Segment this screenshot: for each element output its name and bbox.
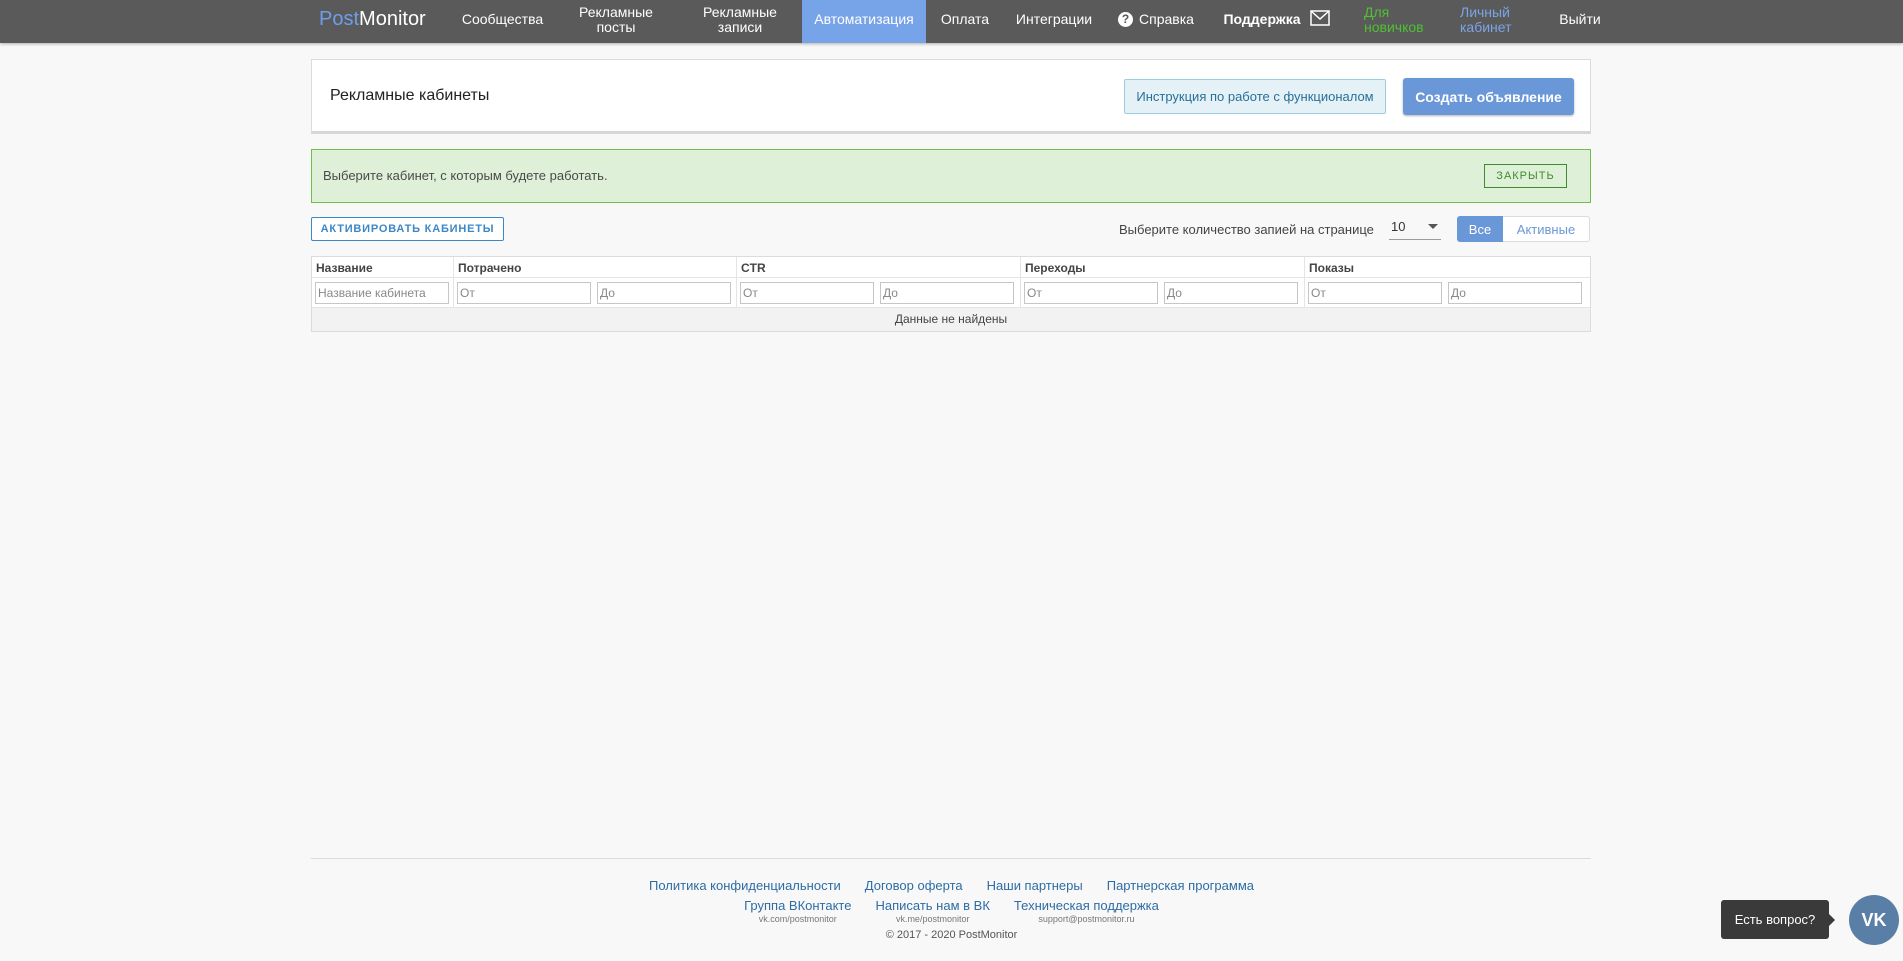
vk-chat-button[interactable]: VK (1849, 895, 1899, 945)
footer-row-2: Группа ВКонтакте vk.com/postmonitor Напи… (0, 897, 1903, 924)
footer-links: Политика конфиденциальности Договор офер… (0, 877, 1903, 924)
header-card: Рекламные кабинеты Инструкция по работе … (311, 59, 1591, 134)
footer-link-sub: support@postmonitor.ru (1038, 914, 1135, 924)
column-header-impressions[interactable]: Показы (1305, 257, 1590, 277)
nav-communities[interactable]: Сообщества (455, 0, 550, 43)
filter-cell-name (312, 278, 454, 307)
logo-part-post: Post (319, 8, 360, 30)
filter-ctr-from-input[interactable] (740, 281, 874, 304)
footer-link-label: Техническая поддержка (1013, 898, 1159, 913)
filter-spent-to-input[interactable] (597, 281, 731, 304)
create-ad-button[interactable]: Создать объявление (1403, 78, 1574, 115)
filter-cell-spent (454, 278, 737, 307)
mail-icon[interactable] (1310, 10, 1330, 26)
instruction-button[interactable]: Инструкция по работе с функционалом (1124, 79, 1386, 114)
vk-icon: VK (1861, 909, 1887, 930)
top-navbar: PostMonitor Сообщества Рекламные посты Р… (0, 0, 1903, 43)
per-page-select[interactable]: 10 (1389, 216, 1441, 240)
footer-divider (311, 858, 1591, 859)
footer-link-label: Группа ВКонтакте (744, 898, 852, 913)
column-header-clicks[interactable]: Переходы (1021, 257, 1305, 277)
table-filters (312, 278, 1590, 308)
per-page-label: Выберите количество запией на странице (1119, 222, 1374, 237)
per-page-value: 10 (1391, 219, 1406, 234)
chevron-down-icon (1428, 224, 1438, 229)
nav-ad-posts[interactable]: Рекламные посты (566, 0, 666, 43)
logo-part-monitor: Monitor (359, 8, 426, 30)
activate-cabinets-button[interactable]: АКТИВИРОВАТЬ КАБИНЕТЫ (311, 217, 504, 241)
footer-link-tech-support[interactable]: Техническая поддержка support@postmonito… (1014, 897, 1159, 924)
chat-question-bubble[interactable]: Есть вопрос? (1721, 900, 1835, 939)
page-title: Рекламные кабинеты (330, 87, 490, 104)
filter-cell-impressions (1305, 278, 1590, 307)
filter-clicks-to-input[interactable] (1164, 281, 1298, 304)
footer-link-label: Написать нам в ВК (875, 898, 990, 913)
footer-link-vk-write[interactable]: Написать нам в ВК vk.me/postmonitor (875, 897, 989, 924)
filter-name-input[interactable] (315, 281, 449, 304)
nav-beginners[interactable]: Для новичков (1364, 0, 1434, 43)
footer-link-sub: vk.com/postmonitor (758, 914, 837, 924)
footer-link-privacy[interactable]: Политика конфиденциальности (649, 877, 841, 895)
column-header-ctr[interactable]: CTR (737, 257, 1021, 277)
cabinets-table: Название Потрачено CTR Переходы Показы Д… (311, 256, 1591, 332)
column-header-name[interactable]: Название (312, 257, 454, 277)
filter-spent-from-input[interactable] (457, 281, 591, 304)
close-alert-button[interactable]: ЗАКРЫТЬ (1484, 164, 1567, 188)
filter-impressions-from-input[interactable] (1308, 281, 1442, 304)
nav-help[interactable]: ? Справка (1116, 0, 1196, 43)
filter-impressions-to-input[interactable] (1448, 281, 1582, 304)
empty-state: Данные не найдены (312, 308, 1590, 331)
nav-personal-account[interactable]: Личный кабинет (1460, 0, 1520, 43)
nav-help-label: Справка (1139, 11, 1194, 27)
filter-all-button[interactable]: Все (1457, 216, 1503, 242)
footer-link-affiliate[interactable]: Партнерская программа (1107, 877, 1254, 895)
footer-link-vk-group[interactable]: Группа ВКонтакте vk.com/postmonitor (744, 897, 851, 924)
table-header: Название Потрачено CTR Переходы Показы (312, 257, 1590, 278)
nav-payment[interactable]: Оплата (935, 0, 995, 43)
nav-logout[interactable]: Выйти (1556, 0, 1604, 43)
filter-ctr-to-input[interactable] (880, 281, 1014, 304)
footer-link-offer[interactable]: Договор оферта (865, 877, 963, 895)
filter-cell-clicks (1021, 278, 1305, 307)
alert-text: Выберите кабинет, с которым будете работ… (323, 168, 608, 183)
filter-clicks-from-input[interactable] (1024, 281, 1158, 304)
nav-automation[interactable]: Автоматизация (802, 0, 926, 43)
help-icon: ? (1118, 12, 1134, 27)
column-header-spent[interactable]: Потрачено (454, 257, 737, 277)
logo[interactable]: PostMonitor (319, 0, 426, 43)
info-alert: Выберите кабинет, с которым будете работ… (311, 149, 1591, 203)
filter-active-button[interactable]: Активные (1503, 216, 1590, 242)
nav-integrations[interactable]: Интеграции (1011, 0, 1097, 43)
copyright: © 2017 - 2020 PostMonitor (885, 929, 1018, 941)
footer-link-sub: vk.me/postmonitor (895, 914, 970, 924)
nav-support[interactable]: Поддержка (1222, 0, 1302, 43)
filter-cell-ctr (737, 278, 1021, 307)
nav-ad-records[interactable]: Рекламные записи (690, 0, 790, 43)
footer-link-partners[interactable]: Наши партнеры (987, 877, 1083, 895)
footer-row-1: Политика конфиденциальности Договор офер… (0, 877, 1903, 895)
